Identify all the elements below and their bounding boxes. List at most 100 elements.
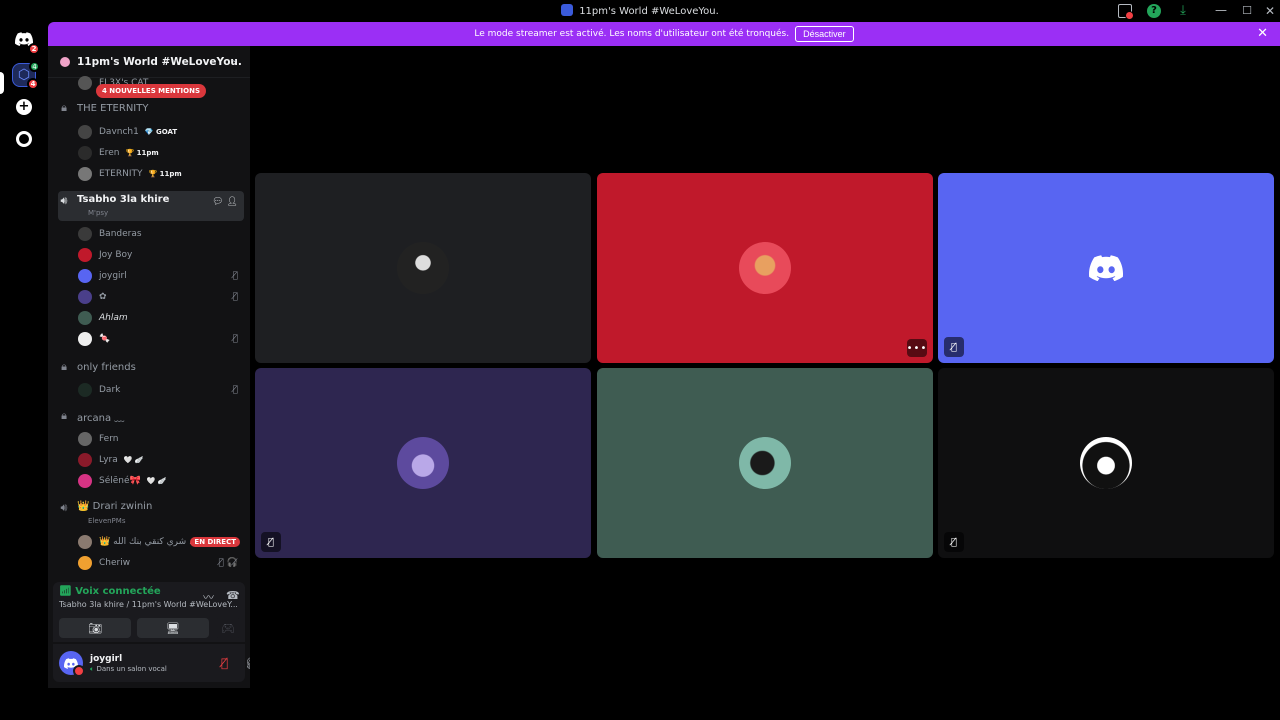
video-tile-3[interactable]: 🎙̸ xyxy=(938,173,1274,363)
username: joygirl xyxy=(90,654,123,664)
more-options-icon[interactable]: ••• xyxy=(907,339,927,357)
compass-icon xyxy=(16,131,32,147)
user-panel: joygirl 🔈︎ Dans un salon vocal 🎙̸ 🎧︎ ⚙︎ xyxy=(53,644,280,682)
lock-icon: 🔒︎ xyxy=(61,409,67,422)
maximize-button[interactable]: ☐ xyxy=(1240,4,1254,18)
video-tile-2[interactable]: ••• xyxy=(597,173,933,363)
avatar xyxy=(78,167,92,181)
voice-user[interactable]: Dark 🎙̸ xyxy=(78,380,244,400)
voice-user[interactable]: Ahlam xyxy=(78,308,244,328)
app-icon xyxy=(561,4,574,16)
avatar xyxy=(78,125,92,139)
server-voice-badge: 4 xyxy=(29,61,40,72)
new-mentions-pill[interactable]: 4 NOUVELLES MENTIONS xyxy=(96,84,207,98)
avatar xyxy=(78,269,92,283)
avatar xyxy=(78,383,92,397)
noise-suppression-icon[interactable]: 〰︎ xyxy=(203,589,214,605)
discord-icon xyxy=(1089,255,1123,281)
mic-deafened-icon: 🎙̸ 🎧̸ xyxy=(218,558,238,568)
channel-the-eternity[interactable]: 🔒︎ THE ETERNITY xyxy=(58,98,244,118)
avatar xyxy=(739,242,791,294)
live-badge: EN DIRECT xyxy=(190,537,240,547)
add-server-button[interactable]: + xyxy=(12,95,36,119)
avatar xyxy=(78,248,92,262)
inbox-icon[interactable] xyxy=(1118,4,1134,20)
voice-user[interactable]: ✿ 🎙̸ xyxy=(78,287,244,307)
avatar xyxy=(739,437,791,489)
mic-muted-icon: 🎙̸ xyxy=(232,385,238,395)
channel-drari-zwinin[interactable]: 🔊︎ 👑 Drari zwinin ElevenPMs xyxy=(58,498,244,528)
direct-messages-button[interactable]: 2 xyxy=(12,27,40,55)
avatar xyxy=(78,227,92,241)
activities-button[interactable]: 🎮︎ xyxy=(215,618,241,638)
voice-user[interactable]: joygirl 🎙̸ xyxy=(78,266,244,286)
voice-user-name: ✿ xyxy=(99,292,107,302)
voice-user[interactable]: Fern xyxy=(78,429,244,449)
server-small-icon xyxy=(60,56,70,67)
voice-user-name: Cheriw xyxy=(99,558,131,568)
title-bar: 11pm's World #WeLoveYou. ? ⤓ — ☐ ✕ xyxy=(0,0,1280,22)
help-icon[interactable]: ? xyxy=(1147,4,1161,18)
gamepad-icon: 🎮︎ xyxy=(221,621,235,635)
speaker-icon: 🔊︎ xyxy=(60,501,68,514)
avatar xyxy=(1080,437,1132,489)
avatar xyxy=(78,76,92,90)
voice-user[interactable]: ETERNITY 🏆 11pm xyxy=(78,164,244,184)
voice-user[interactable]: Joy Boy xyxy=(78,245,244,265)
dm-badge: 2 xyxy=(28,43,40,55)
voice-connection-panel: 📶︎ Voix connectée Tsabho 3la khire / 11p… xyxy=(53,582,245,642)
disconnect-icon[interactable]: ☎︎ xyxy=(226,589,240,602)
voice-user[interactable]: Sélēné🎀 🤍 🪽 xyxy=(78,471,244,491)
video-tile-1[interactable] xyxy=(255,173,591,363)
voice-user[interactable]: 👑 شري كنقي بنك الله ... EN DIRECT xyxy=(78,532,244,552)
avatar xyxy=(78,453,92,467)
voice-user[interactable]: Lyra 🤍 🪽 xyxy=(78,450,244,470)
lock-icon: 🔒︎ xyxy=(61,360,67,373)
explore-button[interactable] xyxy=(12,127,36,151)
mic-muted-icon[interactable]: 🎙̸ xyxy=(221,656,228,670)
voice-stage: ••• 🎙̸ 🎙̸ 🎙̸ xyxy=(250,46,1280,720)
add-member-icon[interactable]: 👤︎ xyxy=(227,197,238,207)
minimize-button[interactable]: — xyxy=(1214,4,1228,18)
voice-user-name: Fern xyxy=(99,434,119,444)
camera-off-icon: 📷︎ xyxy=(88,621,102,635)
voice-user[interactable]: Davnch1 💎 GOAT xyxy=(78,122,244,142)
video-tile-4[interactable]: 🎙̸ xyxy=(255,368,591,558)
banner-text: Le mode streamer est activé. Les noms d'… xyxy=(474,29,790,39)
chat-icon[interactable]: 💬︎ xyxy=(212,197,223,207)
voice-user[interactable]: Cheriw 🎙̸ 🎧̸ xyxy=(78,553,244,573)
voice-user[interactable]: Banderas xyxy=(78,224,244,244)
voice-user[interactable]: Eren 🏆 11pm xyxy=(78,143,244,163)
chevron-down-icon[interactable]: ⌄ xyxy=(230,55,238,65)
screen-share-button[interactable]: 🖥︎ xyxy=(137,618,209,638)
video-tile-5[interactable] xyxy=(597,368,933,558)
channel-tsabho-3la-khire[interactable]: 🔊︎ Tsabho 3la khire M'psy 💬︎ 👤︎ xyxy=(58,191,244,221)
server-icon-11pm[interactable]: ⬡ 4 4 xyxy=(12,61,40,90)
channel-only-friends[interactable]: 🔒︎ only friends xyxy=(58,357,244,377)
banner-close-icon[interactable]: ✕ xyxy=(1257,26,1268,41)
window-title: 11pm's World #WeLoveYou. xyxy=(0,4,1280,17)
download-icon[interactable]: ⤓ xyxy=(1176,4,1190,18)
channel-arcana[interactable]: 🔒︎ arcana ﹏ xyxy=(58,406,244,426)
server-name: 11pm's World #WeLoveYou. xyxy=(77,55,242,68)
avatar xyxy=(78,290,92,304)
voice-user-name: Dark xyxy=(99,385,121,395)
avatar[interactable] xyxy=(59,651,85,677)
voice-user-name: 🍬 xyxy=(99,334,111,344)
mic-muted-icon: 🎙̸ xyxy=(232,271,238,281)
user-status: 🔈︎ Dans un salon vocal xyxy=(90,665,167,674)
video-tile-6[interactable]: 🎙̸ xyxy=(938,368,1274,558)
voice-user-name: joygirl xyxy=(99,271,127,281)
mic-muted-icon: 🎙̸ xyxy=(232,334,238,344)
user-status-text: Dans un salon vocal xyxy=(96,665,167,673)
avatar xyxy=(397,437,449,489)
mic-muted-icon: 🎙̸ xyxy=(944,337,964,357)
voice-user-name: ETERNITY xyxy=(99,169,143,179)
plus-icon: + xyxy=(16,99,32,115)
avatar xyxy=(78,146,92,160)
avatar xyxy=(78,311,92,325)
close-window-button[interactable]: ✕ xyxy=(1263,4,1277,18)
voice-user[interactable]: 🍬 🎙̸ xyxy=(78,329,244,349)
deactivate-streamer-button[interactable]: Désactiver xyxy=(795,26,854,42)
camera-off-button[interactable]: 📷︎ xyxy=(59,618,131,638)
